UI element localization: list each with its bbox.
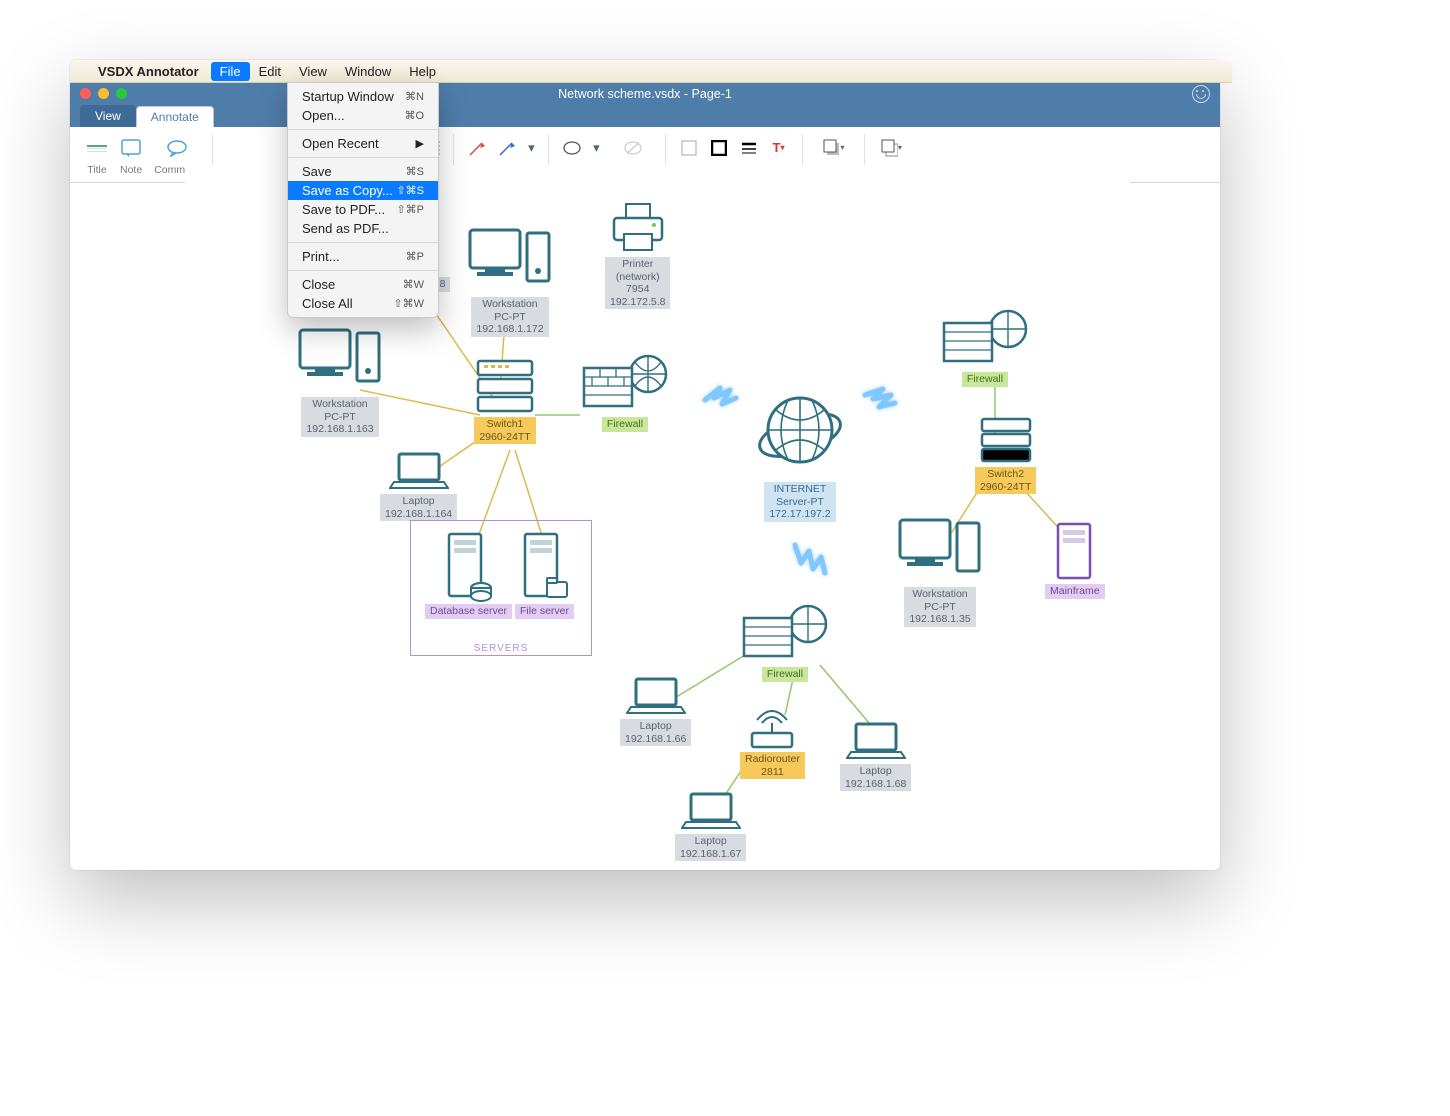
firewall-icon (740, 600, 830, 665)
arrow2-icon[interactable] (496, 137, 518, 159)
menu-item-print[interactable]: Print...⌘P (288, 247, 438, 266)
node-internet[interactable]: INTERNET Server-PT 172.17.197.2 (750, 380, 850, 522)
node-workstation-163[interactable]: Workstation PC-PT 192.168.1.163 (295, 325, 385, 437)
menu-view[interactable]: View (290, 62, 336, 81)
app-window: Network scheme.vsdx - Page-1 View Annota… (70, 60, 1220, 870)
menu-item-close[interactable]: Close⌘W (288, 275, 438, 294)
titlebar: Network scheme.vsdx - Page-1 (70, 82, 1220, 105)
order-icon[interactable]: ▾ (880, 137, 902, 159)
firewall-icon (580, 350, 670, 415)
feedback-icon[interactable] (1192, 85, 1210, 103)
mode-tabs: View Annotate (70, 105, 1220, 127)
tool-note[interactable]: Note (114, 134, 148, 176)
node-workstation-172[interactable]: Workstation PC-PT 192.168.1.172 (465, 225, 555, 337)
remove-icon (622, 137, 644, 159)
node-firewall-1[interactable]: Firewall (580, 350, 670, 432)
menu-item-open[interactable]: Open...⌘O (288, 106, 438, 125)
comment-icon (166, 137, 188, 159)
window-controls[interactable] (80, 88, 127, 99)
fill-icon[interactable] (678, 137, 700, 159)
node-laptop-67[interactable]: Laptop 192.168.1.67 (675, 790, 746, 861)
tool-title[interactable]: Title (80, 134, 114, 176)
shape-menu-icon[interactable]: ▾ (591, 137, 601, 159)
arrow1-icon[interactable] (466, 137, 488, 159)
title-icon (86, 137, 108, 159)
tab-view[interactable]: View (80, 105, 136, 127)
node-firewall-3[interactable]: Firewall (740, 600, 830, 682)
shape-icon[interactable] (561, 137, 583, 159)
server-icon (517, 530, 572, 602)
laptop-icon (626, 675, 686, 717)
file-menu-dropdown: Startup Window⌘NOpen...⌘O Open Recent▶ Sav… (287, 82, 439, 318)
menu-help[interactable]: Help (400, 62, 445, 81)
server-icon (441, 530, 496, 602)
printer-icon (608, 200, 668, 255)
node-firewall-2[interactable]: Firewall (940, 305, 1030, 387)
text-format-icon[interactable]: T▾ (768, 137, 790, 159)
laptop-icon (846, 720, 906, 762)
menu-edit[interactable]: Edit (250, 62, 290, 81)
firewall-icon (940, 305, 1030, 370)
workstation-icon (895, 515, 985, 585)
note-icon (120, 137, 142, 159)
node-switch2[interactable]: Switch2 2960-24TT (975, 415, 1036, 494)
menu-item-save-as-copy[interactable]: Save as Copy...⇧⌘S (288, 181, 438, 200)
menu-item-close-all[interactable]: Close All⇧⌘W (288, 294, 438, 313)
switch-icon (470, 355, 540, 415)
node-laptop-66[interactable]: Laptop 192.168.1.66 (620, 675, 691, 746)
menu-window[interactable]: Window (336, 62, 400, 81)
app-name[interactable]: VSDX Annotator (92, 64, 205, 79)
node-file-server[interactable]: File server (515, 530, 574, 619)
router-icon (742, 705, 802, 750)
node-laptop-68[interactable]: Laptop 192.168.1.68 (840, 720, 911, 791)
node-printer[interactable]: Printer (network) 7954 192.172.5.8 (605, 200, 670, 309)
minimize-window-icon[interactable] (98, 88, 109, 99)
node-database-server[interactable]: Database server (425, 530, 512, 619)
close-window-icon[interactable] (80, 88, 91, 99)
menu-item-save-to-pdf[interactable]: Save to PDF...⇧⌘P (288, 200, 438, 219)
node-mainframe[interactable]: Mainframe (1045, 520, 1105, 599)
line-icon[interactable] (738, 137, 760, 159)
stroke-icon[interactable] (708, 137, 730, 159)
menu-item-send-as-pdf[interactable]: Send as PDF... (288, 219, 438, 238)
globe-icon (750, 380, 850, 480)
menu-item-save[interactable]: Save⌘S (288, 162, 438, 181)
node-workstation-35[interactable]: Workstation PC-PT 192.168.1.35 (895, 515, 985, 627)
node-laptop-164[interactable]: Laptop 192.168.1.164 (380, 450, 457, 521)
workstation-icon (465, 225, 555, 295)
menubar: VSDX Annotator File Edit View Window Hel… (70, 60, 1232, 83)
laptop-icon (681, 790, 741, 832)
node-switch1[interactable]: Switch1 2960-24TT (470, 355, 540, 444)
menu-item-startup-window[interactable]: Startup Window⌘N (288, 87, 438, 106)
workstation-icon (295, 325, 385, 395)
tab-annotate[interactable]: Annotate (136, 106, 214, 127)
laptop-icon (389, 450, 449, 492)
window-title: Network scheme.vsdx - Page-1 (70, 87, 1220, 101)
shadow-icon[interactable]: ▾ (822, 137, 844, 159)
zoom-window-icon[interactable] (116, 88, 127, 99)
node-radiorouter[interactable]: Radiorouter 2811 (740, 705, 805, 779)
switch-icon (976, 415, 1036, 465)
menu-item-open-recent[interactable]: Open Recent▶ (288, 134, 438, 153)
menu-file[interactable]: File (211, 62, 250, 81)
mainframe-icon (1052, 520, 1097, 582)
arrow-menu-icon[interactable]: ▾ (526, 137, 536, 159)
